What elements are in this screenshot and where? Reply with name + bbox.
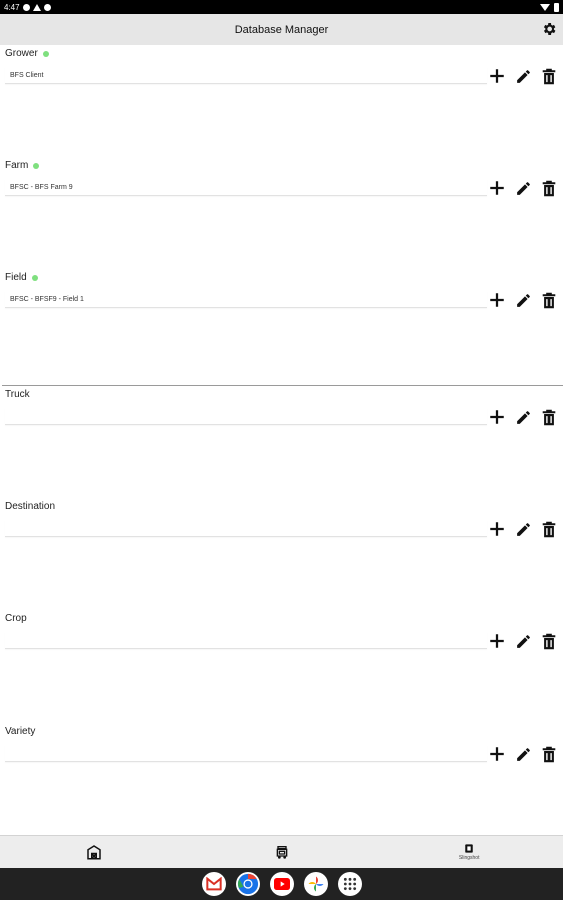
status-dot-icon [31,274,38,281]
add-icon[interactable] [487,66,507,86]
field-actions [487,290,559,310]
field-label-text: Variety [5,726,36,737]
field-label: Crop [5,613,27,624]
bottom-nav: Slingshot [0,835,563,868]
app-drawer-icon[interactable] [337,872,362,896]
app-dock [0,868,563,900]
edit-icon[interactable] [513,290,533,310]
field-label-text: Field [5,272,27,283]
form-content: Grower BFS Client Farm BFSC - BFS Farm 9 Fie… [0,45,563,835]
add-icon[interactable] [487,407,507,427]
field-label: Grower [5,48,49,59]
status-bar: 4:47 [0,0,563,14]
gmail-icon[interactable] [201,872,226,896]
edit-icon[interactable] [513,407,533,427]
nav-item-slingshot[interactable]: Slingshot [375,836,563,868]
field-actions [487,407,559,427]
field-label-text: Destination [5,501,56,512]
field-label: Truck [5,389,30,400]
gear-icon[interactable] [541,21,557,37]
truck-select[interactable] [5,408,487,425]
edit-icon[interactable] [513,631,533,651]
slingshot-icon [465,844,473,853]
delete-icon[interactable] [539,66,559,86]
field-actions [487,66,559,86]
edit-icon[interactable] [513,519,533,539]
chrome-icon[interactable] [235,872,260,896]
nav-label-slingshot: Slingshot [458,855,480,861]
app-bar: Database Manager [0,14,563,45]
add-icon[interactable] [487,519,507,539]
edit-icon[interactable] [513,744,533,764]
battery-icon [554,2,559,12]
crop-select[interactable] [5,632,487,649]
variety-select[interactable] [5,745,487,762]
edit-icon[interactable] [513,178,533,198]
field-label: Field [5,272,38,283]
field-label-text: Farm [5,160,29,171]
alert-icon [32,3,41,11]
page-title: Database Manager [234,23,329,36]
grower-select[interactable]: BFS Client [5,67,487,84]
delete-icon[interactable] [539,744,559,764]
edit-icon[interactable] [513,66,533,86]
status-time: 4:47 [4,2,20,12]
nav-item-truck[interactable] [188,836,376,868]
field-label-text: Crop [5,613,27,624]
field-actions [487,178,559,198]
field-label: Variety [5,726,35,737]
field-actions [487,744,559,764]
notification-icon [22,3,30,11]
photos-icon[interactable] [303,872,328,896]
truck-icon [276,846,287,859]
sync-icon [43,3,51,11]
delete-icon[interactable] [539,178,559,198]
delete-icon[interactable] [539,631,559,651]
add-icon[interactable] [487,631,507,651]
farm-select[interactable]: BFSC - BFS Farm 9 [5,179,487,196]
add-icon[interactable] [487,744,507,764]
field-label-text: Grower [5,48,38,59]
delete-icon[interactable] [539,407,559,427]
field-label: Farm [5,160,40,171]
destination-select[interactable] [5,520,487,537]
field-actions [487,631,559,651]
add-icon[interactable] [487,178,507,198]
youtube-icon[interactable] [269,872,294,896]
nav-item-barn[interactable] [0,836,188,868]
wifi-icon [540,3,550,11]
add-icon[interactable] [487,290,507,310]
delete-icon[interactable] [539,519,559,539]
status-dot-icon [33,162,40,169]
field-label-text: Truck [5,389,30,400]
field-select[interactable]: BFSC - BFSF9 - Field 1 [5,291,487,308]
delete-icon[interactable] [539,290,559,310]
barn-icon [87,845,101,860]
field-actions [487,519,559,539]
section-divider [2,385,563,386]
status-dot-icon [42,50,49,57]
field-label: Destination [5,501,55,512]
